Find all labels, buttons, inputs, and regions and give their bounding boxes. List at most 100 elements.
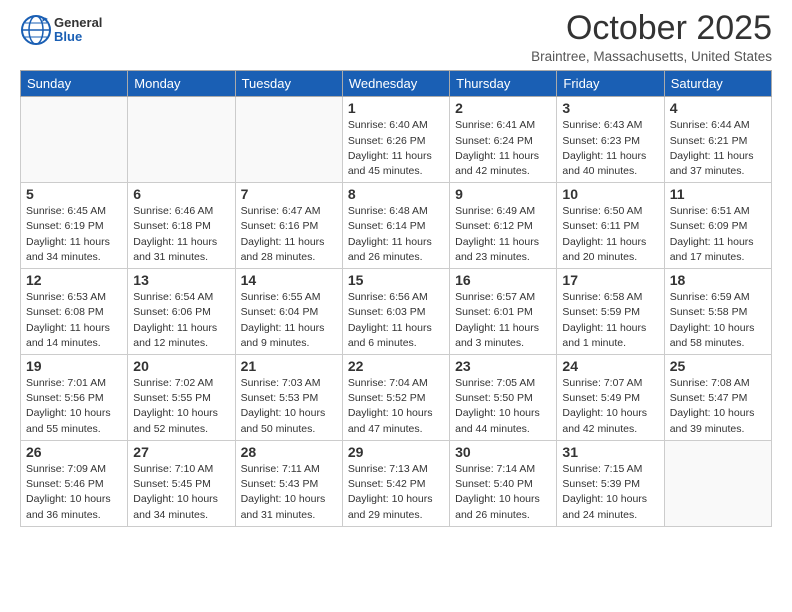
day-number: 25 bbox=[670, 358, 766, 374]
week-row: 5Sunrise: 6:45 AMSunset: 6:19 PMDaylight… bbox=[21, 183, 772, 269]
day-number: 8 bbox=[348, 186, 444, 202]
day-number: 14 bbox=[241, 272, 337, 288]
day-number: 24 bbox=[562, 358, 658, 374]
calendar-cell: 3Sunrise: 6:43 AMSunset: 6:23 PMDaylight… bbox=[557, 97, 664, 183]
calendar-cell: 27Sunrise: 7:10 AMSunset: 5:45 PMDayligh… bbox=[128, 440, 235, 526]
calendar-cell: 8 Sunrise: 6:48 AMSunset: 6:14 PMDaylight… bbox=[342, 183, 449, 269]
calendar-cell: 1Sunrise: 6:40 AMSunset: 6:26 PMDaylight… bbox=[342, 97, 449, 183]
day-info: Sunrise: 7:07 AMSunset: 5:49 PMDaylight:… bbox=[562, 376, 658, 437]
calendar-cell: 5Sunrise: 6:45 AMSunset: 6:19 PMDaylight… bbox=[21, 183, 128, 269]
day-number: 17 bbox=[562, 272, 658, 288]
day-info: Sunrise: 7:04 AMSunset: 5:52 PMDaylight:… bbox=[348, 376, 444, 437]
day-number: 9 bbox=[455, 186, 551, 202]
calendar-cell: 19Sunrise: 7:01 AMSunset: 5:56 PMDayligh… bbox=[21, 355, 128, 441]
day-number: 4 bbox=[670, 100, 766, 116]
weekday-header: Monday bbox=[128, 71, 235, 97]
weekday-header: Sunday bbox=[21, 71, 128, 97]
calendar-header: SundayMondayTuesdayWednesdayThursdayFrid… bbox=[21, 71, 772, 97]
day-info: Sunrise: 7:10 AMSunset: 5:45 PMDaylight:… bbox=[133, 462, 229, 523]
day-number: 22 bbox=[348, 358, 444, 374]
day-info: Sunrise: 6:57 AMSunset: 6:01 PMDaylight:… bbox=[455, 290, 551, 351]
calendar-cell: 17 Sunrise: 6:58 AMSunset: 5:59 PMDayligh… bbox=[557, 269, 664, 355]
day-info: Sunrise: 6:41 AMSunset: 6:24 PMDaylight:… bbox=[455, 118, 551, 179]
calendar-cell bbox=[664, 440, 771, 526]
week-row: 26 Sunrise: 7:09 AMSunset: 5:46 PMDayligh… bbox=[21, 440, 772, 526]
day-number: 6 bbox=[133, 186, 229, 202]
day-info: Sunrise: 6:59 AMSunset: 5:58 PMDaylight:… bbox=[670, 290, 766, 351]
day-number: 2 bbox=[455, 100, 551, 116]
weekday-row: SundayMondayTuesdayWednesdayThursdayFrid… bbox=[21, 71, 772, 97]
day-number: 23 bbox=[455, 358, 551, 374]
logo-blue: Blue bbox=[54, 30, 102, 44]
calendar-cell: 22 Sunrise: 7:04 AMSunset: 5:52 PMDayligh… bbox=[342, 355, 449, 441]
day-info: Sunrise: 6:55 AMSunset: 6:04 PMDaylight:… bbox=[241, 290, 337, 351]
calendar-cell: 13 Sunrise: 6:54 AMSunset: 6:06 PMDayligh… bbox=[128, 269, 235, 355]
calendar-cell: 31Sunrise: 7:15 AMSunset: 5:39 PMDayligh… bbox=[557, 440, 664, 526]
day-info: Sunrise: 6:48 AMSunset: 6:14 PMDaylight:… bbox=[348, 204, 444, 265]
calendar-cell: 10Sunrise: 6:50 AMSunset: 6:11 PMDayligh… bbox=[557, 183, 664, 269]
day-info: Sunrise: 6:45 AMSunset: 6:19 PMDaylight:… bbox=[26, 204, 122, 265]
day-info: Sunrise: 7:08 AMSunset: 5:47 PMDaylight:… bbox=[670, 376, 766, 437]
day-number: 13 bbox=[133, 272, 229, 288]
calendar-cell: 24 Sunrise: 7:07 AMSunset: 5:49 PMDayligh… bbox=[557, 355, 664, 441]
day-info: Sunrise: 7:09 AMSunset: 5:46 PMDaylight:… bbox=[26, 462, 122, 523]
weekday-header: Tuesday bbox=[235, 71, 342, 97]
calendar-cell: 25 Sunrise: 7:08 AMSunset: 5:47 PMDayligh… bbox=[664, 355, 771, 441]
calendar-table: SundayMondayTuesdayWednesdayThursdayFrid… bbox=[20, 70, 772, 526]
calendar-cell: 20 Sunrise: 7:02 AMSunset: 5:55 PMDayligh… bbox=[128, 355, 235, 441]
calendar-cell: 18 Sunrise: 6:59 AMSunset: 5:58 PMDayligh… bbox=[664, 269, 771, 355]
weekday-header: Friday bbox=[557, 71, 664, 97]
calendar-cell: 11Sunrise: 6:51 AMSunset: 6:09 PMDayligh… bbox=[664, 183, 771, 269]
day-info: Sunrise: 6:53 AMSunset: 6:08 PMDaylight:… bbox=[26, 290, 122, 351]
day-info: Sunrise: 7:11 AMSunset: 5:43 PMDaylight:… bbox=[241, 462, 337, 523]
calendar-cell bbox=[21, 97, 128, 183]
logo: General Blue bbox=[20, 14, 102, 46]
calendar-cell: 2 Sunrise: 6:41 AMSunset: 6:24 PMDaylight… bbox=[450, 97, 557, 183]
weekday-header: Thursday bbox=[450, 71, 557, 97]
calendar-cell: 21Sunrise: 7:03 AMSunset: 5:53 PMDayligh… bbox=[235, 355, 342, 441]
weekday-header: Wednesday bbox=[342, 71, 449, 97]
calendar-cell bbox=[128, 97, 235, 183]
day-info: Sunrise: 6:54 AMSunset: 6:06 PMDaylight:… bbox=[133, 290, 229, 351]
day-number: 21 bbox=[241, 358, 337, 374]
day-info: Sunrise: 7:14 AMSunset: 5:40 PMDaylight:… bbox=[455, 462, 551, 523]
day-number: 31 bbox=[562, 444, 658, 460]
calendar-cell: 16Sunrise: 6:57 AMSunset: 6:01 PMDayligh… bbox=[450, 269, 557, 355]
title-block: October 2025 Braintree, Massachusetts, U… bbox=[531, 10, 772, 64]
week-row: 1Sunrise: 6:40 AMSunset: 6:26 PMDaylight… bbox=[21, 97, 772, 183]
day-number: 18 bbox=[670, 272, 766, 288]
day-number: 28 bbox=[241, 444, 337, 460]
day-info: Sunrise: 6:44 AMSunset: 6:21 PMDaylight:… bbox=[670, 118, 766, 179]
location: Braintree, Massachusetts, United States bbox=[531, 49, 772, 64]
day-number: 11 bbox=[670, 186, 766, 202]
day-info: Sunrise: 6:58 AMSunset: 5:59 PMDaylight:… bbox=[562, 290, 658, 351]
calendar-cell: 9 Sunrise: 6:49 AMSunset: 6:12 PMDaylight… bbox=[450, 183, 557, 269]
calendar-cell: 29 Sunrise: 7:13 AMSunset: 5:42 PMDayligh… bbox=[342, 440, 449, 526]
week-row: 19Sunrise: 7:01 AMSunset: 5:56 PMDayligh… bbox=[21, 355, 772, 441]
globe-icon bbox=[20, 14, 52, 46]
calendar-cell: 12Sunrise: 6:53 AMSunset: 6:08 PMDayligh… bbox=[21, 269, 128, 355]
calendar-cell: 23Sunrise: 7:05 AMSunset: 5:50 PMDayligh… bbox=[450, 355, 557, 441]
day-number: 20 bbox=[133, 358, 229, 374]
calendar-cell: 4 Sunrise: 6:44 AMSunset: 6:21 PMDaylight… bbox=[664, 97, 771, 183]
calendar-cell: 26 Sunrise: 7:09 AMSunset: 5:46 PMDayligh… bbox=[21, 440, 128, 526]
day-number: 10 bbox=[562, 186, 658, 202]
day-info: Sunrise: 7:02 AMSunset: 5:55 PMDaylight:… bbox=[133, 376, 229, 437]
day-number: 19 bbox=[26, 358, 122, 374]
logo-text: General Blue bbox=[54, 16, 102, 45]
day-number: 3 bbox=[562, 100, 658, 116]
calendar-cell: 14 Sunrise: 6:55 AMSunset: 6:04 PMDayligh… bbox=[235, 269, 342, 355]
calendar-cell: 30Sunrise: 7:14 AMSunset: 5:40 PMDayligh… bbox=[450, 440, 557, 526]
day-number: 29 bbox=[348, 444, 444, 460]
weekday-header: Saturday bbox=[664, 71, 771, 97]
header: General Blue October 2025 Braintree, Mas… bbox=[0, 0, 792, 70]
day-info: Sunrise: 6:47 AMSunset: 6:16 PMDaylight:… bbox=[241, 204, 337, 265]
day-info: Sunrise: 6:49 AMSunset: 6:12 PMDaylight:… bbox=[455, 204, 551, 265]
day-info: Sunrise: 7:13 AMSunset: 5:42 PMDaylight:… bbox=[348, 462, 444, 523]
day-info: Sunrise: 6:46 AMSunset: 6:18 PMDaylight:… bbox=[133, 204, 229, 265]
month-title: October 2025 bbox=[531, 10, 772, 47]
day-number: 26 bbox=[26, 444, 122, 460]
logo-icon bbox=[20, 14, 52, 46]
day-number: 15 bbox=[348, 272, 444, 288]
calendar-cell: 7Sunrise: 6:47 AMSunset: 6:16 PMDaylight… bbox=[235, 183, 342, 269]
